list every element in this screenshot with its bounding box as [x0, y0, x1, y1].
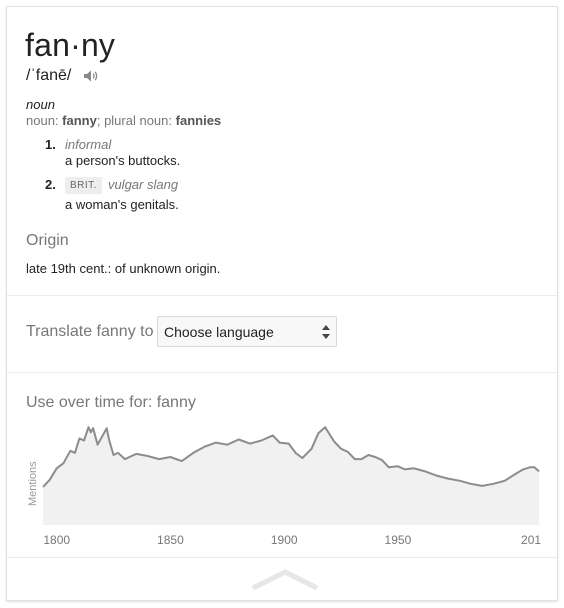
- x-tick-label: 1950: [385, 533, 412, 547]
- region-badge: BRIT.: [65, 177, 102, 194]
- divider: [7, 557, 557, 558]
- sense-definition: a woman's genitals.: [65, 197, 179, 212]
- select-arrows-icon: [322, 325, 330, 339]
- sense-register-text: vulgar slang: [107, 177, 179, 192]
- origin-heading: Origin: [26, 232, 69, 249]
- x-tick-label: 2010: [521, 533, 541, 547]
- x-tick-label: 1850: [157, 533, 184, 547]
- headword: fan·ny: [25, 27, 116, 63]
- collapse-chevron-icon[interactable]: [251, 569, 319, 591]
- sense-number: 2.: [45, 177, 56, 192]
- usage-heading: Use over time for: fanny: [26, 394, 196, 411]
- sense-definition: a person's buttocks.: [65, 153, 181, 168]
- usage-chart: Mentions 1800 1850 1900 1950 2010: [27, 422, 541, 547]
- language-select-value: Choose language: [164, 324, 274, 340]
- plural-label: ; plural noun:: [96, 113, 173, 128]
- speaker-icon[interactable]: [83, 69, 99, 83]
- word-forms: noun: fanny; plural noun: fannies: [26, 113, 221, 128]
- sense-register: informal: [65, 137, 112, 152]
- noun-label: noun:: [26, 113, 59, 128]
- x-tick-label: 1900: [271, 533, 298, 547]
- origin-text: late 19th cent.: of unknown origin.: [26, 261, 221, 276]
- noun-form: fanny: [62, 113, 97, 128]
- sense-register: BRIT. vulgar slang: [65, 177, 178, 194]
- y-axis-label: Mentions: [27, 461, 39, 506]
- language-select[interactable]: Choose language: [157, 316, 337, 347]
- definition-section: fan·ny /ˈfanē/ noun noun: fanny; plural …: [7, 7, 557, 295]
- plural-form: fannies: [175, 113, 222, 128]
- dictionary-card: fan·ny /ˈfanē/ noun noun: fanny; plural …: [6, 6, 558, 601]
- pronunciation: /ˈfanē/: [26, 67, 72, 84]
- translate-label: Translate fanny to: [26, 323, 154, 340]
- part-of-speech: noun: [26, 97, 55, 112]
- divider: [7, 295, 557, 296]
- divider: [7, 372, 557, 373]
- sense-number: 1.: [45, 137, 56, 152]
- x-tick-label: 1800: [43, 533, 70, 547]
